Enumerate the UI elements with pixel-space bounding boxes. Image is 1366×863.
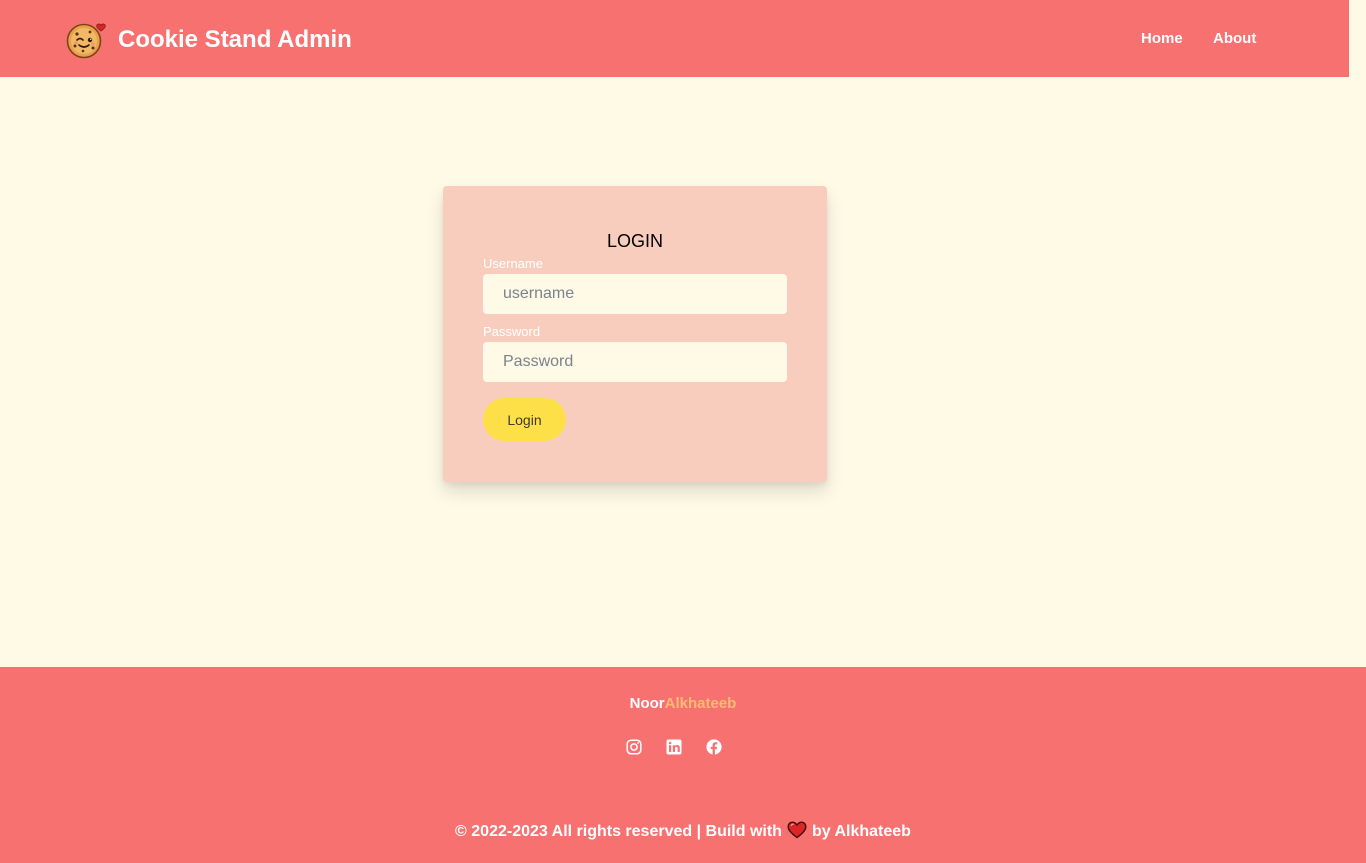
- login-button[interactable]: Login: [483, 398, 566, 441]
- author-last-name: Alkhateeb: [664, 695, 737, 712]
- login-form: LOGIN Username Password Login: [443, 186, 827, 482]
- facebook-icon[interactable]: [706, 739, 722, 755]
- nav-link-about[interactable]: About: [1213, 29, 1256, 49]
- nav-link-home[interactable]: Home: [1141, 29, 1183, 49]
- linkedin-icon[interactable]: [666, 739, 682, 755]
- login-title: LOGIN: [606, 231, 663, 251]
- password-label: Password: [483, 324, 541, 339]
- copyright-suffix: by Alkhateeb: [811, 823, 911, 840]
- copyright-text: © 2022-2023 All rights reserved | Build …: [0, 821, 1366, 843]
- password-input[interactable]: [483, 342, 787, 382]
- footer: NoorAlkhateeb © 2022-2023 All rights res…: [0, 667, 1366, 863]
- top-navbar: Cookie Stand Admin Home About: [0, 0, 1349, 77]
- copyright-prefix: © 2022-2023 All rights reserved | Build …: [455, 823, 782, 840]
- author-first-name: Noor: [629, 695, 665, 712]
- footer-author-name: NoorAlkhateeb: [0, 694, 1366, 714]
- heart-icon: [787, 821, 807, 839]
- app-title: Cookie Stand Admin: [118, 26, 352, 53]
- username-label: Username: [483, 256, 543, 271]
- instagram-icon[interactable]: [626, 739, 642, 755]
- cookie-mascot-icon[interactable]: [66, 20, 108, 60]
- username-input[interactable]: [483, 274, 787, 314]
